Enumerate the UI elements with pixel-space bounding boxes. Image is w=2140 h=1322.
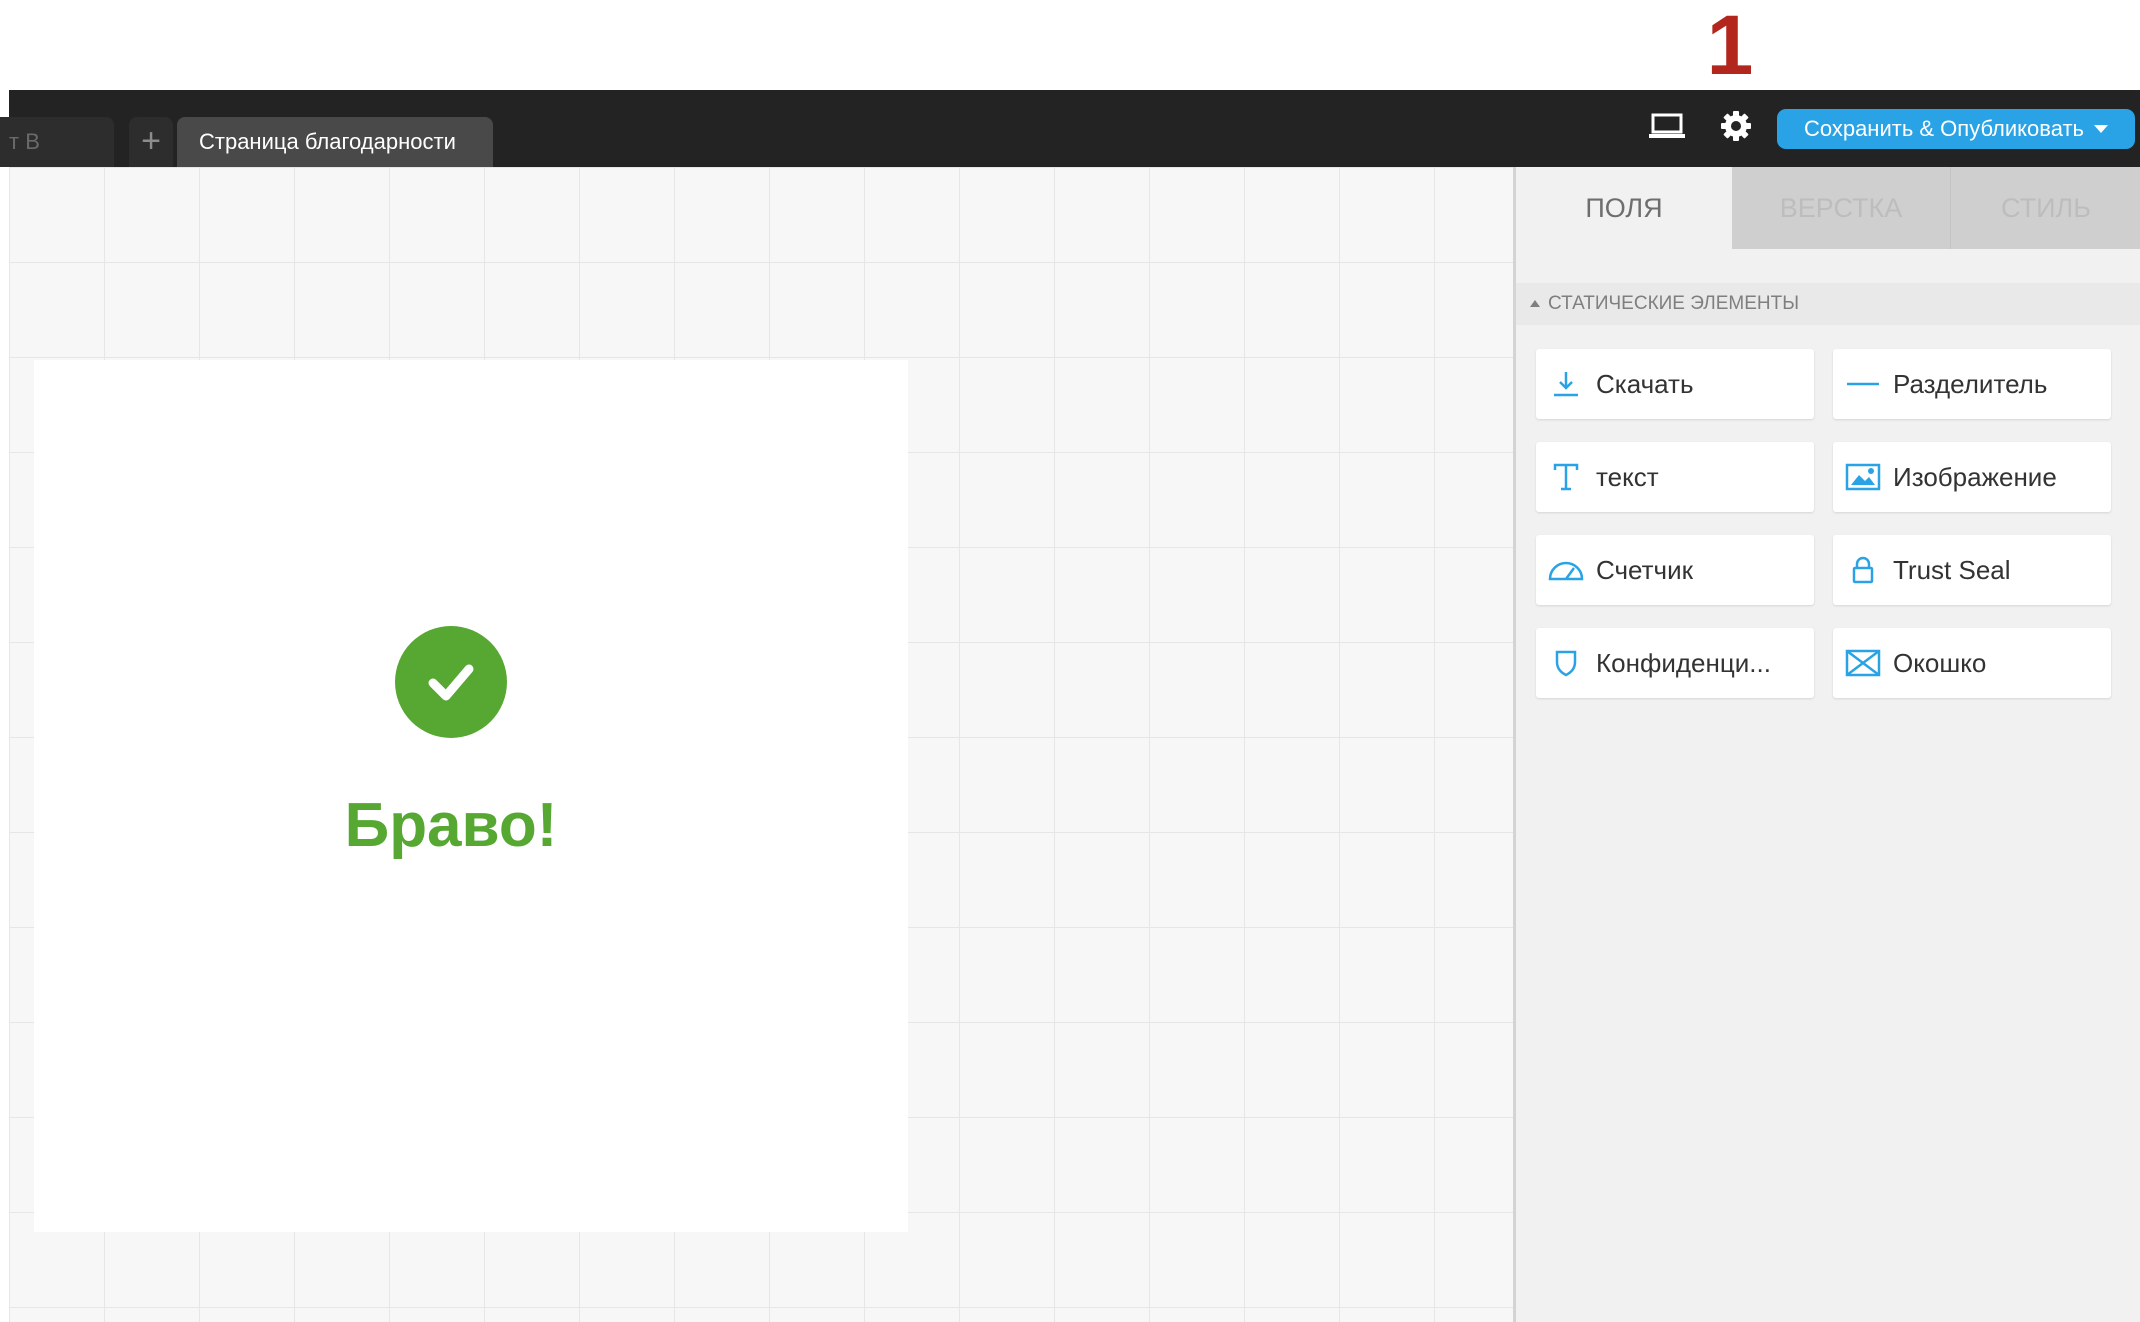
element-image[interactable]: Изображение [1833, 442, 2111, 512]
gear-icon [1720, 110, 1752, 147]
tab-style[interactable]: СТИЛЬ [1950, 167, 2140, 249]
save-publish-button[interactable]: Сохранить & Опубликовать [1777, 109, 2135, 149]
section-title: СТАТИЧЕСКИЕ ЭЛЕМЕНТЫ [1548, 293, 1800, 314]
gauge-icon [1536, 555, 1596, 585]
element-label: Счетчик [1596, 554, 1693, 585]
top-toolbar: т В + Страница благодарности Сохранить &… [0, 90, 2140, 167]
element-privacy[interactable]: Конфиденци... [1536, 628, 1814, 698]
envelope-icon [1833, 648, 1893, 678]
annotation-number: 1 [1706, 0, 1754, 92]
tab-variant-b[interactable]: т В [0, 117, 114, 167]
text-icon [1536, 462, 1596, 492]
element-label: Конфиденци... [1596, 647, 1771, 678]
element-label: Изображение [1893, 461, 2057, 492]
settings-button[interactable] [1709, 90, 1763, 167]
save-publish-label: Сохранить & Опубликовать [1803, 116, 2085, 141]
element-text[interactable]: текст [1536, 442, 1814, 512]
tab-thank-you-page[interactable]: Страница благодарности [177, 117, 493, 167]
element-divider[interactable]: Разделитель [1833, 349, 2111, 419]
add-tab-button[interactable]: + [129, 117, 173, 167]
element-label: текст [1596, 461, 1659, 492]
properties-panel: ПОЛЯ ВЕРСТКА СТИЛЬ СТАТИЧЕСКИЕ ЭЛЕМЕНТЫ … [1516, 167, 2140, 1322]
tab-layout[interactable]: ВЕРСТКА [1732, 167, 1950, 249]
element-trust-seal[interactable]: Trust Seal [1833, 535, 2111, 605]
element-popup[interactable]: Окошко [1833, 628, 2111, 698]
element-label: Разделитель [1893, 368, 2048, 399]
collapse-triangle-icon [1530, 300, 1540, 308]
static-elements-header[interactable]: СТАТИЧЕСКИЕ ЭЛЕМЕНТЫ [1516, 283, 2140, 325]
success-heading[interactable]: Браво! [34, 790, 868, 861]
editor-canvas: Браво! [9, 167, 1514, 1322]
preview-button[interactable] [1637, 90, 1697, 167]
shield-icon [1536, 648, 1596, 678]
panel-tabs: ПОЛЯ ВЕРСТКА СТИЛЬ [1516, 167, 2140, 249]
laptop-icon [1648, 113, 1686, 144]
element-counter[interactable]: Счетчик [1536, 535, 1814, 605]
lock-icon [1833, 555, 1893, 585]
caret-down-icon[interactable] [2094, 125, 2109, 133]
thank-you-card[interactable]: Браво! [34, 360, 908, 1232]
element-download[interactable]: Скачать [1536, 349, 1814, 419]
element-label: Окошко [1893, 647, 1987, 678]
element-label: Trust Seal [1893, 554, 2011, 585]
divider-icon [1833, 369, 1893, 399]
image-icon [1833, 463, 1893, 491]
element-label: Скачать [1596, 368, 1694, 399]
download-icon [1536, 369, 1596, 399]
tab-fields[interactable]: ПОЛЯ [1516, 167, 1732, 249]
checkmark-icon [395, 626, 507, 738]
